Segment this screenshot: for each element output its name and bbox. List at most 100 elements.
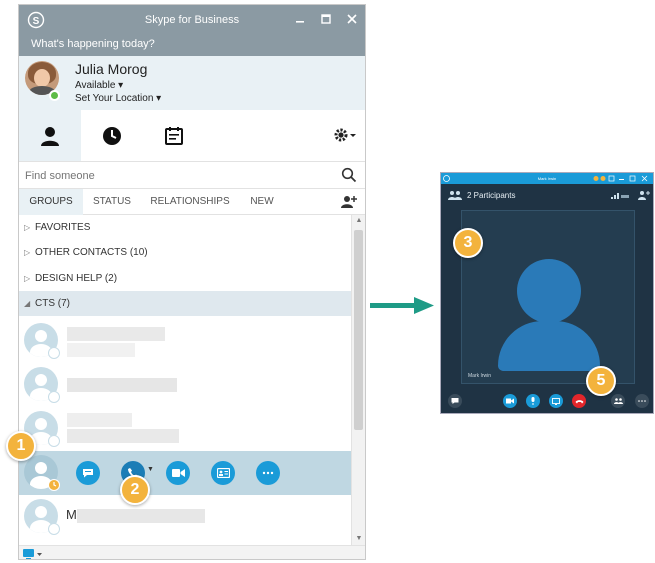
call-more-button[interactable] — [635, 394, 649, 408]
call-header: 2 Participants — [441, 184, 653, 206]
group-label: OTHER CONTACTS (10) — [35, 247, 148, 258]
avatar-head — [35, 462, 47, 474]
scroll-up-icon[interactable]: ▲ — [352, 215, 365, 227]
callout-badge-5: 5 — [586, 366, 616, 396]
main-nav-tabs — [19, 110, 365, 162]
expand-caret-icon: ▷ — [24, 248, 31, 257]
group-cts[interactable]: ◢ CTS (7) — [19, 291, 351, 316]
tab-relationships[interactable]: RELATIONSHIPS — [145, 189, 235, 215]
group-other-contacts[interactable]: ▷ OTHER CONTACTS (10) — [19, 240, 351, 265]
scroll-thumb[interactable] — [354, 230, 363, 430]
tab-new[interactable]: NEW — [241, 189, 283, 215]
contact-name-initial: M — [66, 507, 77, 522]
presence-offline-icon — [48, 347, 60, 359]
contacts-icon — [41, 126, 59, 146]
settings-button[interactable] — [333, 127, 357, 148]
call-window: Mark Irwin 2 Participants Mark Irwin — [440, 172, 654, 414]
skype-logo-icon — [443, 175, 450, 182]
profile-area: Julia Morog Available ▾ Set Your Locatio… — [19, 56, 365, 110]
minimize-button[interactable] — [291, 10, 309, 28]
im-button[interactable] — [76, 461, 100, 485]
avatar-head — [35, 330, 47, 342]
participants-count: 2 Participants — [467, 191, 516, 200]
avatar-head — [35, 506, 47, 518]
call-video-button[interactable] — [503, 394, 517, 408]
call-controls-bar — [441, 389, 653, 415]
transition-arrow-icon — [370, 297, 434, 314]
location-dropdown[interactable]: Set Your Location ▾ — [75, 93, 161, 104]
list-item[interactable] — [19, 319, 351, 363]
list-item[interactable] — [19, 363, 351, 407]
im-icon — [451, 398, 459, 404]
group-design-help[interactable]: ▷ DESIGN HELP (2) — [19, 266, 351, 291]
contact-card-button[interactable] — [211, 461, 235, 485]
meetings-icon — [165, 126, 183, 145]
selected-contact-row[interactable]: ▼ — [19, 451, 351, 495]
presence-offline-icon — [48, 435, 60, 447]
tab-contacts[interactable] — [19, 110, 81, 161]
title-bar[interactable]: S Skype for Business — [19, 5, 365, 36]
more-icon — [262, 471, 274, 475]
call-im-button[interactable] — [448, 394, 462, 408]
blurred-detail — [67, 343, 135, 357]
list-item[interactable] — [19, 407, 351, 451]
group-favorites[interactable]: ▷ FAVORITES — [19, 215, 351, 240]
microphone-icon — [531, 397, 535, 405]
call-title-bar[interactable]: Mark Irwin — [441, 173, 653, 184]
blurred-name — [77, 509, 205, 523]
close-icon — [347, 14, 357, 24]
call-present-button[interactable] — [549, 394, 563, 408]
screenshot-canvas: S Skype for Business What's happening to… — [0, 0, 655, 563]
tab-status[interactable]: STATUS — [83, 189, 141, 215]
add-participant-icon[interactable] — [638, 190, 650, 200]
tab-meetings[interactable] — [143, 110, 205, 161]
skype-main-window: S Skype for Business What's happening to… — [18, 4, 366, 560]
search-bar — [19, 162, 365, 189]
contact-list-scrollbar[interactable]: ▲ ▼ — [351, 215, 365, 545]
whats-happening-note[interactable]: What's happening today? — [19, 36, 365, 63]
window-controls-icon[interactable] — [593, 175, 651, 182]
call-participants-button[interactable] — [611, 394, 625, 408]
participants-icon — [613, 398, 623, 404]
hang-up-button[interactable] — [572, 394, 586, 408]
screen-share-icon[interactable] — [23, 548, 43, 560]
video-call-button[interactable] — [166, 461, 190, 485]
group-label: CTS (7) — [35, 298, 70, 309]
callout-badge-2: 2 — [120, 475, 150, 505]
bottom-bar — [19, 545, 365, 560]
expand-caret-icon: ▷ — [24, 274, 31, 283]
add-contact-icon[interactable] — [341, 195, 357, 209]
call-mute-button[interactable] — [526, 394, 540, 408]
participants-icon[interactable] — [448, 190, 462, 200]
remote-avatar-body — [498, 321, 600, 371]
tab-recent[interactable] — [81, 110, 143, 161]
recent-icon — [103, 126, 121, 145]
search-icon[interactable] — [341, 167, 357, 183]
remote-participant-name: Mark Irwin — [468, 373, 492, 379]
presence-status-dropdown[interactable]: Available ▾ — [75, 80, 123, 91]
presence-available-icon — [49, 90, 60, 101]
minimize-icon — [296, 21, 304, 23]
window-title: Skype for Business — [144, 14, 240, 26]
maximize-icon — [321, 14, 331, 24]
video-icon — [506, 398, 514, 404]
callout-badge-3: 3 — [453, 228, 483, 258]
more-options-button[interactable] — [256, 461, 280, 485]
avatar-head — [35, 418, 47, 430]
remote-avatar-head — [517, 259, 581, 323]
search-input[interactable] — [25, 167, 325, 184]
blurred-name — [67, 378, 177, 392]
screen-share-icon — [552, 397, 560, 405]
contact-card-icon — [216, 468, 230, 478]
list-item[interactable]: M — [19, 495, 351, 539]
group-label: FAVORITES — [35, 222, 91, 233]
contact-view-tabs: GROUPS STATUS RELATIONSHIPS NEW — [19, 189, 365, 215]
scroll-down-icon[interactable]: ▼ — [352, 533, 365, 545]
close-button[interactable] — [343, 10, 361, 28]
tab-groups[interactable]: GROUPS — [19, 189, 83, 215]
maximize-button[interactable] — [317, 10, 335, 28]
group-label: DESIGN HELP (2) — [35, 273, 118, 284]
gear-icon — [334, 128, 356, 142]
call-options-caret-icon[interactable]: ▼ — [147, 466, 154, 473]
hang-up-icon — [575, 399, 583, 403]
